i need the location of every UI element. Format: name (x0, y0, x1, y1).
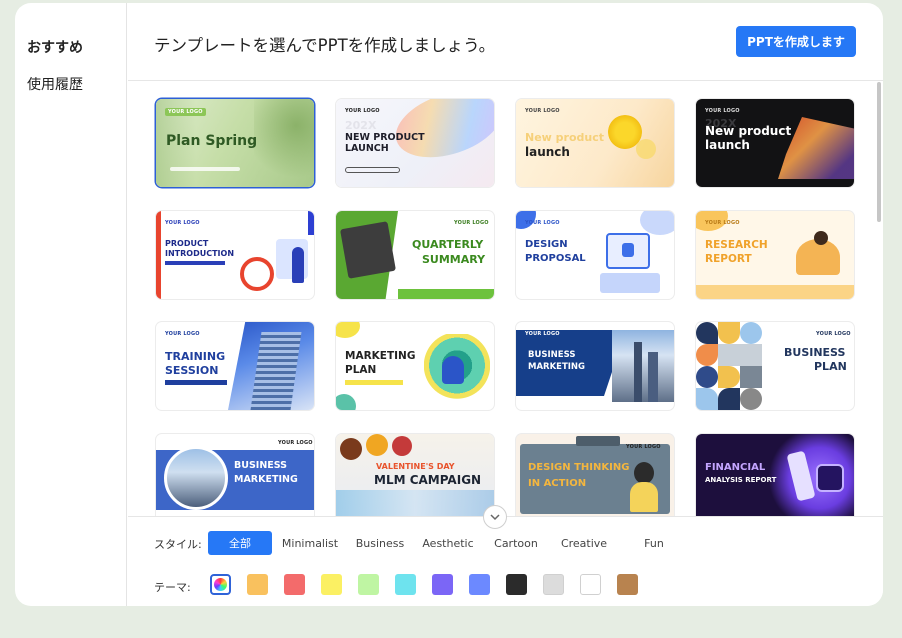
template-title: New product launch (705, 124, 792, 152)
template-subtitle: New product (525, 131, 604, 144)
theme-swatch[interactable] (469, 574, 490, 595)
theme-swatch[interactable] (432, 574, 453, 595)
theme-swatch[interactable] (395, 574, 416, 595)
style-option-creative[interactable]: Creative (552, 531, 616, 555)
style-option-business[interactable]: Business (348, 531, 412, 555)
rainbow-icon (214, 578, 227, 591)
theme-swatch[interactable] (580, 574, 601, 595)
theme-swatch[interactable] (321, 574, 342, 595)
template-card-plan-spring[interactable]: YOUR LOGO Plan Spring (156, 99, 314, 187)
template-card-marketing-plan[interactable]: MARKETING PLAN (336, 322, 494, 410)
template-panel: おすすめ 使用履歴 テンプレートを選んでPPTを作成しましょう。 PPTを作成し… (15, 3, 883, 606)
template-title-line2: PROPOSAL (525, 253, 586, 264)
template-logo: YOUR LOGO (454, 220, 489, 226)
theme-swatch[interactable] (284, 574, 305, 595)
template-title-line1: QUARTERLY (412, 238, 484, 251)
style-option-cartoon[interactable]: Cartoon (484, 531, 548, 555)
template-card-business-marketing-2[interactable]: YOUR LOGO BUSINESS MARKETING (156, 434, 314, 516)
filter-footer: スタイル: 全部 Minimalist Business Aesthetic C… (128, 516, 883, 606)
template-title-line2: SESSION (165, 364, 219, 377)
template-title-line2: SUMMARY (422, 253, 486, 266)
theme-swatch-all[interactable] (210, 574, 231, 595)
theme-swatch[interactable] (358, 574, 379, 595)
style-option-fun[interactable]: Fun (622, 531, 686, 555)
template-grid: YOUR LOGO Plan Spring YOUR LOGO 202X NEW… (128, 82, 883, 516)
template-logo: YOUR LOGO (525, 331, 560, 337)
template-title-line2: MARKETING (528, 362, 586, 372)
template-title-line2: IN ACTION (528, 478, 587, 489)
page-title: テンプレートを選んでPPTを作成しましょう。 (154, 36, 496, 55)
template-logo: YOUR LOGO (345, 108, 380, 114)
sidebar-item-recommended[interactable]: おすすめ (27, 37, 83, 57)
template-title-line1: FINANCIAL (705, 462, 766, 473)
scrollbar[interactable] (877, 82, 881, 222)
style-option-minimalist[interactable]: Minimalist (278, 531, 342, 555)
template-card-valentines-mlm[interactable]: VALENTINE'S DAY MLM CAMPAIGN (336, 434, 494, 516)
template-logo: YOUR LOGO (165, 108, 206, 116)
template-card-design-proposal[interactable]: YOUR LOGO DESIGN PROPOSAL (516, 211, 674, 299)
template-year: 202X (345, 119, 377, 132)
template-title-line1: DESIGN (525, 239, 568, 250)
template-logo: YOUR LOGO (165, 220, 200, 226)
template-logo: YOUR LOGO (626, 444, 661, 450)
template-title-line1: BUSINESS (528, 350, 576, 360)
chevron-down-icon (490, 514, 500, 521)
create-ppt-button[interactable]: PPTを作成します (736, 26, 856, 57)
template-logo: YOUR LOGO (525, 108, 560, 114)
style-label: スタイル: (154, 538, 202, 551)
template-logo: YOUR LOGO (165, 331, 200, 337)
style-option-all[interactable]: 全部 (208, 531, 272, 555)
template-title-line1: BUSINESS (234, 460, 288, 471)
expand-button[interactable] (483, 505, 507, 529)
template-title-line1: PRODUCT (165, 239, 209, 248)
template-logo: YOUR LOGO (278, 440, 313, 446)
template-title-line1: TRAINING (165, 350, 226, 363)
template-title-line2: PLAN (814, 360, 847, 373)
theme-swatch[interactable] (247, 574, 268, 595)
template-title-line2: REPORT (705, 253, 752, 265)
theme-swatch[interactable] (617, 574, 638, 595)
template-card-research-report[interactable]: YOUR LOGO RESEARCH REPORT (696, 211, 854, 299)
theme-label: テーマ: (154, 581, 191, 594)
sidebar: おすすめ 使用履歴 (15, 3, 127, 606)
template-title-line2: ANALYSIS REPORT (705, 476, 777, 484)
template-title-line2: INTRODUCTION (165, 249, 235, 258)
template-card-design-thinking[interactable]: YOUR LOGO DESIGN THINKING IN ACTION (516, 434, 674, 516)
template-title: NEW PRODUCT LAUNCH (345, 132, 425, 154)
template-logo: YOUR LOGO (816, 331, 851, 337)
template-card-new-product-launch-1[interactable]: YOUR LOGO 202X NEW PRODUCT LAUNCH (336, 99, 494, 187)
style-option-aesthetic[interactable]: Aesthetic (416, 531, 480, 555)
template-logo: YOUR LOGO (705, 220, 740, 226)
template-card-business-plan[interactable]: YOUR LOGO BUSINESS PLAN (696, 322, 854, 410)
template-title-line2: PLAN (345, 364, 377, 376)
theme-swatch[interactable] (506, 574, 527, 595)
template-card-product-introduction[interactable]: YOUR LOGO PRODUCT INTRODUCTION (156, 211, 314, 299)
template-logo: YOUR LOGO (525, 220, 560, 226)
sidebar-item-history[interactable]: 使用履歴 (27, 74, 83, 94)
template-logo: YOUR LOGO (705, 108, 740, 114)
template-title-line1: RESEARCH (705, 239, 768, 251)
template-card-new-product-launch-3[interactable]: YOUR LOGO 202X New product launch (696, 99, 854, 187)
template-card-new-product-launch-2[interactable]: YOUR LOGO New product launch (516, 99, 674, 187)
template-title: MLM CAMPAIGN (374, 473, 482, 487)
template-title: launch (525, 145, 570, 159)
template-card-training-session[interactable]: YOUR LOGO TRAINING SESSION (156, 322, 314, 410)
template-card-quarterly-summary[interactable]: YOUR LOGO QUARTERLY SUMMARY (336, 211, 494, 299)
template-title-line1: MARKETING (345, 350, 416, 362)
template-subtitle: VALENTINE'S DAY (376, 462, 455, 471)
template-card-financial-analysis[interactable]: FINANCIAL ANALYSIS REPORT (696, 434, 854, 516)
template-title-line1: BUSINESS (784, 346, 846, 359)
template-title-line1: DESIGN THINKING (528, 462, 630, 473)
theme-swatch[interactable] (543, 574, 564, 595)
template-title: Plan Spring (166, 133, 258, 149)
header: テンプレートを選んでPPTを作成しましょう。 PPTを作成します (128, 3, 883, 81)
template-card-business-marketing-1[interactable]: YOUR LOGO BUSINESS MARKETING (516, 322, 674, 410)
template-title-line2: MARKETING (234, 474, 298, 485)
